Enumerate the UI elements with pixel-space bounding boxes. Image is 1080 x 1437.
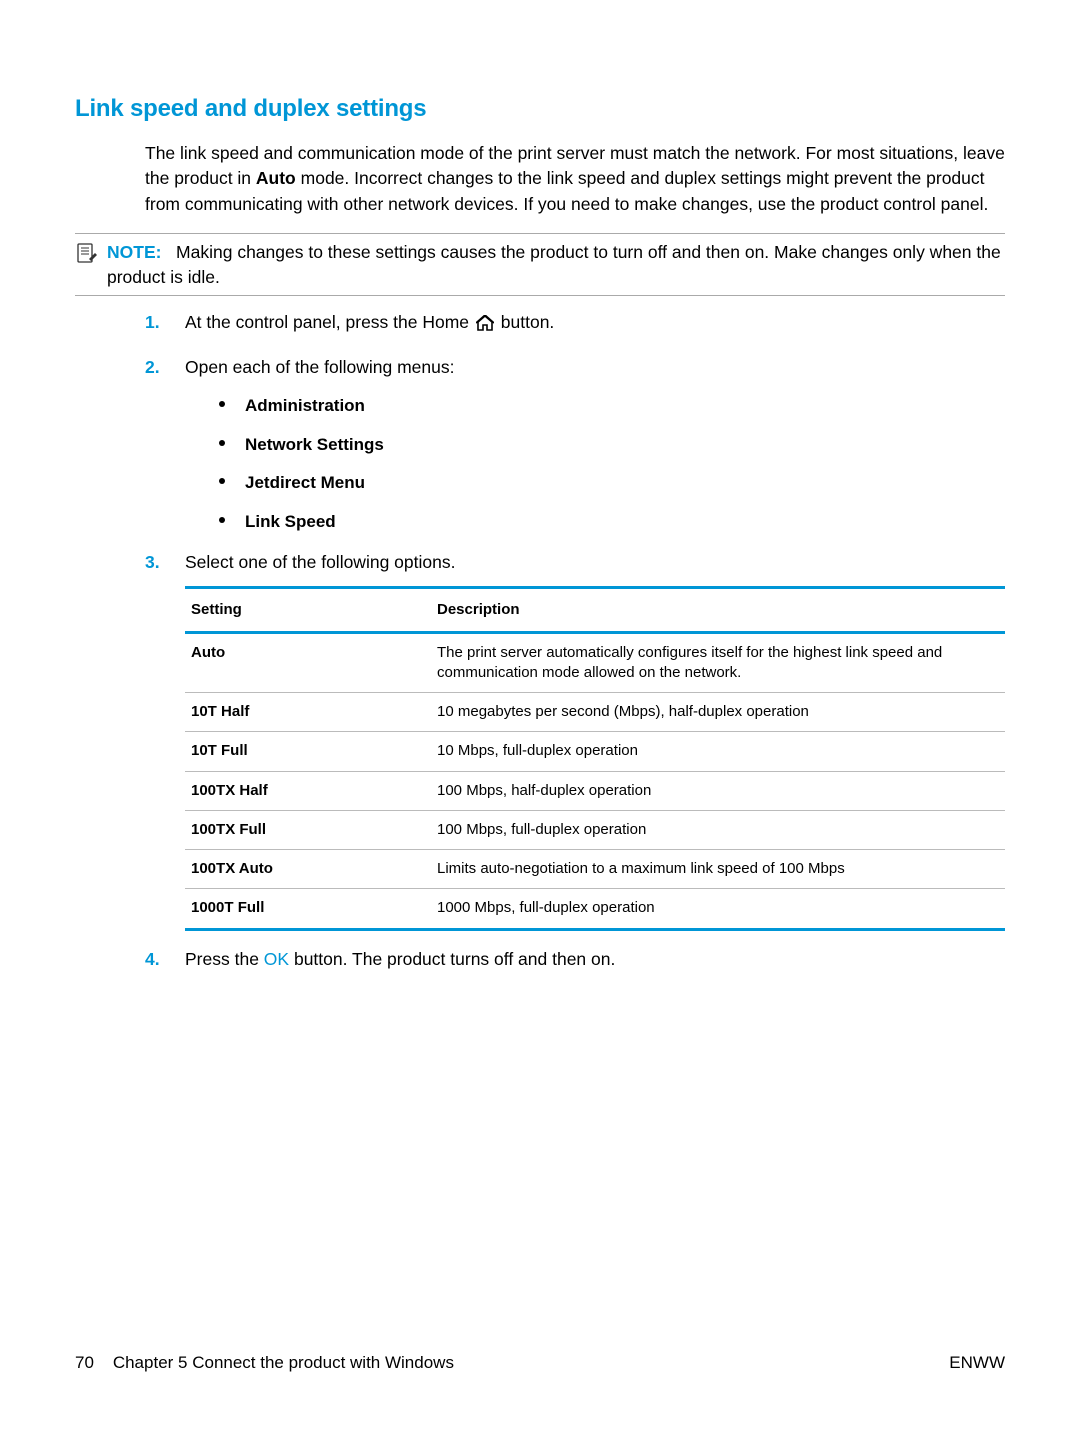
step-1-text-b: button.: [496, 312, 554, 332]
menu-administration: Administration: [219, 394, 1005, 419]
cell-setting: 1000T Full: [185, 889, 431, 929]
step-4-text-a: Press the: [185, 949, 264, 969]
footer-left: 70 Chapter 5 Connect the product with Wi…: [75, 1353, 454, 1373]
cell-setting: 10T Full: [185, 732, 431, 771]
cell-desc: 10 Mbps, full-duplex operation: [431, 732, 1005, 771]
table-row: 100TX Full 100 Mbps, full-duplex operati…: [185, 810, 1005, 849]
home-icon: [476, 313, 494, 338]
cell-setting: 100TX Full: [185, 810, 431, 849]
cell-setting: 10T Half: [185, 693, 431, 732]
cell-desc: The print server automatically configure…: [431, 632, 1005, 693]
menu-list: Administration Network Settings Jetdirec…: [219, 394, 1005, 535]
table-row: Auto The print server automatically conf…: [185, 632, 1005, 693]
step-3-text: Select one of the following options.: [185, 552, 455, 572]
table-row: 1000T Full 1000 Mbps, full-duplex operat…: [185, 889, 1005, 929]
step-2: Open each of the following menus: Admini…: [145, 355, 1005, 535]
step-2-text: Open each of the following menus:: [185, 357, 454, 377]
page-footer: 70 Chapter 5 Connect the product with Wi…: [75, 1353, 1005, 1373]
chapter-title: Chapter 5 Connect the product with Windo…: [113, 1353, 454, 1372]
step-3: Select one of the following options. Set…: [145, 550, 1005, 930]
settings-table: Setting Description Auto The print serve…: [185, 586, 1005, 931]
cell-setting: 100TX Half: [185, 771, 431, 810]
footer-right: ENWW: [949, 1353, 1005, 1373]
th-setting: Setting: [185, 587, 431, 632]
cell-desc: 100 Mbps, half-duplex operation: [431, 771, 1005, 810]
table-row: 10T Half 10 megabytes per second (Mbps),…: [185, 693, 1005, 732]
step-1-text-a: At the control panel, press the Home: [185, 312, 474, 332]
step-1: At the control panel, press the Home but…: [145, 310, 1005, 338]
cell-setting: 100TX Auto: [185, 850, 431, 889]
note-content: NOTE: Making changes to these settings c…: [107, 240, 1005, 289]
cell-setting: Auto: [185, 632, 431, 693]
table-header-row: Setting Description: [185, 587, 1005, 632]
note-label: NOTE:: [107, 242, 161, 262]
menu-link-speed: Link Speed: [219, 510, 1005, 535]
document-page: Link speed and duplex settings The link …: [0, 0, 1080, 972]
section-heading: Link speed and duplex settings: [75, 95, 1005, 123]
ok-button-ref: OK: [264, 949, 289, 969]
intro-paragraph: The link speed and communication mode of…: [145, 141, 1005, 217]
table-row: 100TX Half 100 Mbps, half-duplex operati…: [185, 771, 1005, 810]
step-4: Press the OK button. The product turns o…: [145, 947, 1005, 972]
note-icon: [75, 242, 101, 269]
note-box: NOTE: Making changes to these settings c…: [75, 233, 1005, 296]
steps-list: At the control panel, press the Home but…: [145, 310, 1005, 972]
step-4-text-b: button. The product turns off and then o…: [289, 949, 615, 969]
menu-network-settings: Network Settings: [219, 433, 1005, 458]
cell-desc: 100 Mbps, full-duplex operation: [431, 810, 1005, 849]
table-row: 100TX Auto Limits auto-negotiation to a …: [185, 850, 1005, 889]
intro-bold-auto: Auto: [256, 168, 296, 188]
menu-jetdirect: Jetdirect Menu: [219, 471, 1005, 496]
th-description: Description: [431, 587, 1005, 632]
page-number: 70: [75, 1353, 94, 1372]
cell-desc: Limits auto-negotiation to a maximum lin…: [431, 850, 1005, 889]
table-row: 10T Full 10 Mbps, full-duplex operation: [185, 732, 1005, 771]
cell-desc: 10 megabytes per second (Mbps), half-dup…: [431, 693, 1005, 732]
note-text-body: Making changes to these settings causes …: [107, 242, 1001, 287]
cell-desc: 1000 Mbps, full-duplex operation: [431, 889, 1005, 929]
